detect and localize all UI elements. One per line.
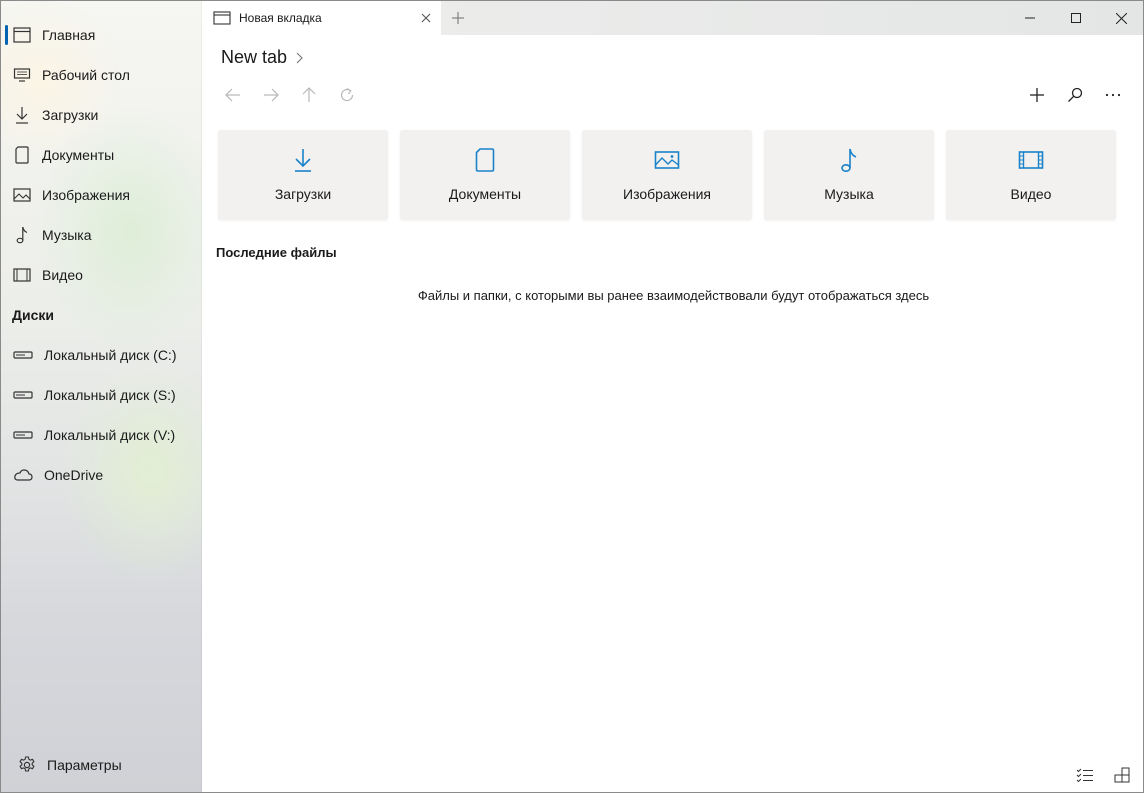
drives-header: Диски xyxy=(12,307,54,323)
quick-access-card-music[interactable]: Музыка xyxy=(764,130,934,220)
video-icon xyxy=(946,147,1116,173)
grid-layout-icon xyxy=(1114,767,1130,783)
download-icon xyxy=(12,105,32,125)
sidebar-item-label: Рабочий стол xyxy=(42,67,130,83)
maximize-button[interactable] xyxy=(1053,1,1099,35)
download-icon xyxy=(218,147,388,173)
close-tab-icon[interactable] xyxy=(417,9,435,27)
arrow-up-icon xyxy=(302,87,316,103)
close-window-button[interactable] xyxy=(1098,1,1143,35)
more-options-button[interactable] xyxy=(1101,83,1125,107)
card-label: Видео xyxy=(1010,186,1052,202)
quick-access-card-documents[interactable]: Документы xyxy=(400,130,570,220)
breadcrumb: New tab xyxy=(221,47,303,68)
new-tab-button[interactable] xyxy=(447,7,469,29)
quick-access-card-videos[interactable]: Видео xyxy=(946,130,1116,220)
maximize-icon xyxy=(1071,13,1081,23)
sidebar-item-label: Загрузки xyxy=(42,107,99,123)
sidebar-item-downloads[interactable]: Загрузки xyxy=(1,97,202,133)
drive-icon xyxy=(13,385,33,405)
gear-icon xyxy=(17,755,37,775)
image-icon xyxy=(12,185,32,205)
sidebar-item-videos[interactable]: Видео xyxy=(1,257,202,293)
quick-access-card-pictures[interactable]: Изображения xyxy=(582,130,752,220)
sidebar: Главная Рабочий стол Загрузки Документы … xyxy=(1,1,202,792)
arrow-left-icon xyxy=(225,88,241,102)
app-window: Главная Рабочий стол Загрузки Документы … xyxy=(0,0,1144,793)
sidebar-item-label: Локальный диск (V:) xyxy=(44,427,176,443)
tab-new-tab[interactable]: Новая вкладка xyxy=(202,1,441,35)
refresh-button[interactable] xyxy=(335,83,359,107)
card-label: Документы xyxy=(448,186,522,202)
sidebar-item-documents[interactable]: Документы xyxy=(1,137,202,173)
tab-strip: Новая вкладка xyxy=(202,1,1143,35)
music-icon xyxy=(764,147,934,173)
drive-icon xyxy=(13,425,33,445)
minimize-icon xyxy=(1025,13,1035,23)
arrow-right-icon xyxy=(263,88,279,102)
document-icon xyxy=(12,145,32,165)
ellipsis-icon xyxy=(1105,93,1121,97)
tab-page-icon xyxy=(213,9,231,27)
drive-icon xyxy=(13,345,33,365)
sidebar-item-label: Музыка xyxy=(42,227,92,243)
card-label: Загрузки xyxy=(274,186,332,202)
main-content: New tab Загрузки Документы Изображения М… xyxy=(202,35,1143,792)
cloud-icon xyxy=(13,465,33,485)
checklist-icon xyxy=(1076,768,1094,782)
selection-mode-button[interactable] xyxy=(1075,765,1095,785)
refresh-icon xyxy=(339,87,355,103)
sidebar-item-music[interactable]: Музыка xyxy=(1,217,202,253)
settings-button[interactable]: Параметры xyxy=(1,747,202,783)
search-button[interactable] xyxy=(1063,83,1087,107)
sidebar-item-label: Локальный диск (C:) xyxy=(44,347,177,363)
sidebar-item-drive-s[interactable]: Локальный диск (S:) xyxy=(1,377,202,413)
minimize-button[interactable] xyxy=(1007,1,1053,35)
recent-files-empty-message: Файлы и папки, с которыми вы ранее взаим… xyxy=(417,288,930,303)
card-label: Изображения xyxy=(623,186,711,202)
forward-button[interactable] xyxy=(259,83,283,107)
sidebar-item-home[interactable]: Главная xyxy=(1,17,202,53)
plus-icon xyxy=(452,12,464,24)
video-icon xyxy=(12,265,32,285)
layout-mode-button[interactable] xyxy=(1112,765,1132,785)
sidebar-item-label: Видео xyxy=(42,267,83,283)
new-item-button[interactable] xyxy=(1025,83,1049,107)
back-button[interactable] xyxy=(221,83,245,107)
recent-files-title: Последние файлы xyxy=(216,245,337,260)
sidebar-item-label: OneDrive xyxy=(44,467,104,483)
settings-label: Параметры xyxy=(47,757,122,773)
sidebar-item-pictures[interactable]: Изображения xyxy=(1,177,202,213)
tab-title: Новая вкладка xyxy=(239,11,322,25)
home-icon xyxy=(12,25,32,45)
desktop-icon xyxy=(12,65,32,85)
close-icon xyxy=(1115,12,1127,24)
sidebar-item-onedrive[interactable]: OneDrive xyxy=(1,457,202,493)
chevron-right-icon[interactable] xyxy=(295,52,303,64)
document-icon xyxy=(400,147,570,173)
music-icon xyxy=(12,225,32,245)
sidebar-item-label: Документы xyxy=(42,147,115,163)
sidebar-item-label: Локальный диск (S:) xyxy=(44,387,176,403)
sidebar-item-label: Изображения xyxy=(42,187,130,203)
search-icon xyxy=(1067,87,1083,103)
sidebar-item-label: Главная xyxy=(42,27,96,43)
card-label: Музыка xyxy=(824,186,874,202)
quick-access-card-downloads[interactable]: Загрузки xyxy=(218,130,388,220)
sidebar-item-drive-c[interactable]: Локальный диск (C:) xyxy=(1,337,202,373)
sidebar-item-drive-v[interactable]: Локальный диск (V:) xyxy=(1,417,202,453)
up-button[interactable] xyxy=(297,83,321,107)
plus-icon xyxy=(1029,87,1045,103)
image-icon xyxy=(582,147,752,173)
breadcrumb-title[interactable]: New tab xyxy=(221,47,287,68)
sidebar-item-desktop[interactable]: Рабочий стол xyxy=(1,57,202,93)
